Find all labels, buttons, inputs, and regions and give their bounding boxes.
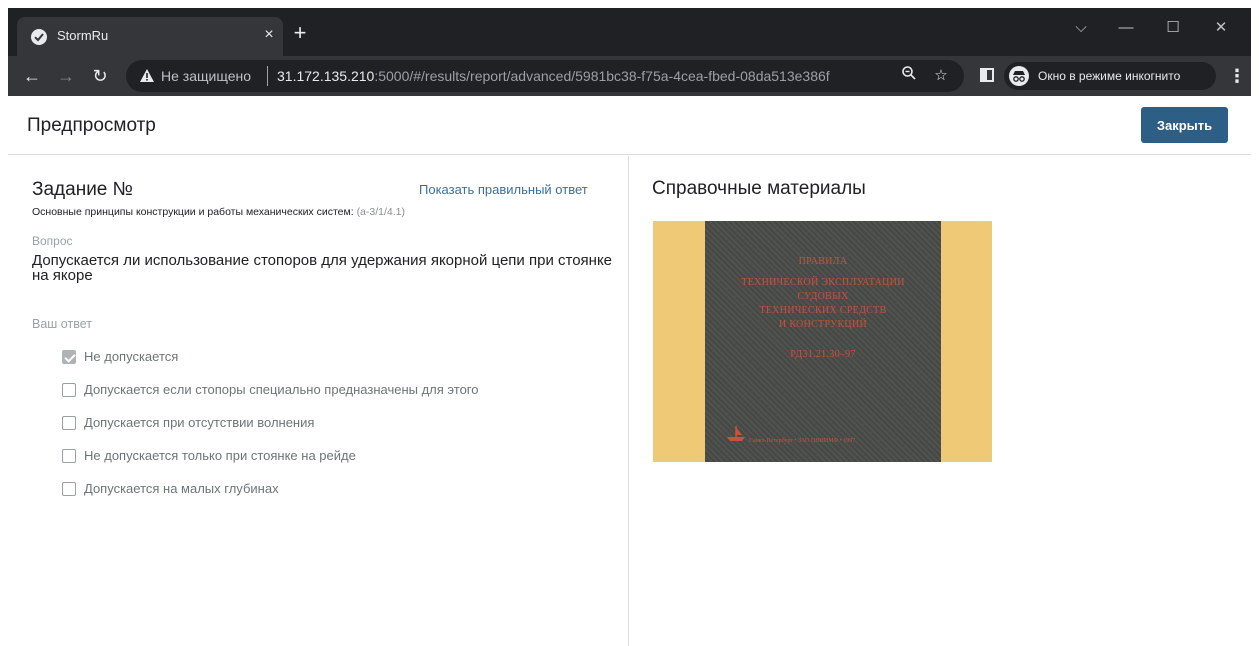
security-label[interactable]: Не защищено: [161, 68, 251, 84]
book-cover: ПРАВИЛА ТЕХНИЧЕСКОЙ ЭКСПЛУАТАЦИИ СУДОВЫХ…: [705, 221, 941, 462]
close-tab-icon[interactable]: ×: [259, 25, 279, 45]
task-title: Задание №: [32, 179, 134, 200]
task-code: (а-3/1/4.1): [356, 206, 406, 218]
close-button[interactable]: Закрыть: [1141, 107, 1228, 143]
tab-title: StormRu: [57, 28, 109, 43]
checkbox[interactable]: [62, 383, 76, 397]
option-label: Не допускается только при стоянке на рей…: [84, 448, 356, 463]
reference-panel: Справочные материалы ПРАВИЛА ТЕХНИЧЕСКОЙ…: [630, 156, 1251, 646]
tab-strip: StormRu × + ⌵ — ☐ ✕: [8, 8, 1251, 56]
option-label: Не допускается: [84, 349, 179, 364]
forward-button[interactable]: →: [54, 64, 78, 88]
reload-button[interactable]: ↻: [88, 64, 112, 88]
option-label: Допускается если стопоры специально пред…: [84, 382, 479, 397]
ship-emblem-icon: [727, 426, 745, 441]
checkbox[interactable]: [62, 416, 76, 430]
url-text[interactable]: 31.172.135.210:5000/#/results/report/adv…: [277, 68, 830, 84]
star-icon[interactable]: ☆: [930, 65, 952, 87]
address-bar[interactable]: Не защищено 31.172.135.210:5000/#/result…: [126, 60, 964, 92]
browser-chrome: StormRu × + ⌵ — ☐ ✕ ← → ↻ Не защищено 31…: [8, 8, 1251, 96]
incognito-icon: [1009, 66, 1029, 86]
new-tab-button[interactable]: +: [290, 22, 310, 44]
answer-label: Ваш ответ: [32, 317, 92, 331]
page-header: Предпросмотр Закрыть: [8, 96, 1251, 155]
separator: [267, 66, 268, 86]
browser-toolbar: ← → ↻ Не защищено 31.172.135.210:5000/#/…: [8, 56, 1251, 96]
url-path: :5000/#/results/report/advanced/5981bc38…: [374, 68, 830, 84]
option-label: Допускается при отсутствии волнения: [84, 415, 315, 430]
book-publisher: Санкт-Петербург • ЗАО ЦНИИМФ • 1997: [749, 438, 856, 444]
warning-icon[interactable]: [140, 69, 154, 87]
book-title-line: И КОНСТРУКЦИЙ: [779, 319, 867, 330]
book-cover-image[interactable]: ПРАВИЛА ТЕХНИЧЕСКОЙ ЭКСПЛУАТАЦИИ СУДОВЫХ…: [653, 221, 992, 462]
close-window-button[interactable]: ✕: [1201, 14, 1241, 42]
incognito-label: Окно в режиме инкогнито: [1038, 69, 1181, 83]
zoom-icon[interactable]: [898, 65, 920, 87]
checkbox-checked[interactable]: [62, 350, 76, 364]
url-host: 31.172.135.210: [277, 68, 375, 84]
book-title-line: ТЕХНИЧЕСКОЙ ЭКСПЛУАТАЦИИ: [741, 277, 905, 288]
checkmark-icon: [31, 29, 47, 45]
task-subtitle: Основные принципы конструкции и работы м…: [32, 206, 405, 218]
chevron-down-icon[interactable]: ⌵: [1061, 14, 1101, 42]
book-code: РД31.21.30–97: [790, 349, 856, 360]
page-title: Предпросмотр: [27, 115, 156, 136]
checkbox[interactable]: [62, 482, 76, 496]
menu-icon[interactable]: ⋮: [1228, 64, 1246, 88]
question-panel: Задание № Показать правильный ответ Осно…: [8, 156, 629, 646]
back-button[interactable]: ←: [20, 64, 44, 88]
reference-title: Справочные материалы: [652, 178, 866, 199]
checkbox[interactable]: [62, 449, 76, 463]
minimize-button[interactable]: —: [1106, 14, 1146, 42]
show-answer-link[interactable]: Показать правильный ответ: [419, 182, 588, 197]
maximize-button[interactable]: ☐: [1153, 14, 1193, 42]
option-label: Допускается на малых глубинах: [84, 481, 279, 496]
preview-page: Предпросмотр Закрыть Задание № Показать …: [8, 96, 1251, 646]
incognito-badge[interactable]: Окно в режиме инкогнито: [1004, 62, 1216, 90]
task-topic: Основные принципы конструкции и работы м…: [32, 206, 354, 218]
question-text: Допускается ли использование стопоров дл…: [32, 252, 613, 284]
book-title-line: СУДОВЫХ: [797, 291, 849, 302]
side-panel-icon[interactable]: [980, 68, 994, 82]
browser-tab[interactable]: StormRu ×: [17, 17, 283, 56]
book-title-line: ПРАВИЛА: [798, 256, 848, 267]
book-title-line: ТЕХНИЧЕСКИХ СРЕДСТВ: [759, 305, 887, 316]
question-label: Вопрос: [32, 234, 73, 248]
